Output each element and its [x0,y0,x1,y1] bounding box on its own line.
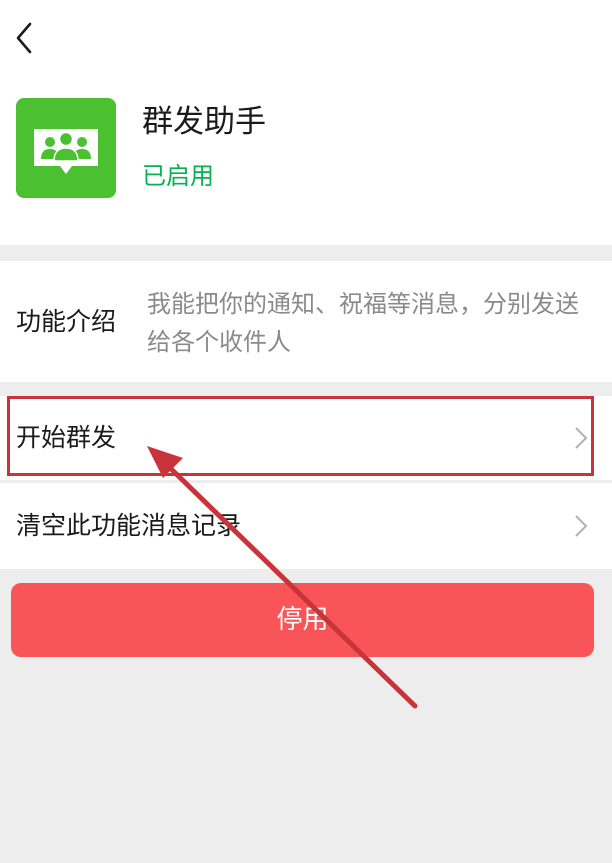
disable-button[interactable]: 停用 [11,583,594,657]
app-status: 已启用 [142,162,214,190]
start-broadcast-label: 开始群发 [16,423,117,452]
clear-history-row[interactable]: 清空此功能消息记录 [0,483,612,569]
chevron-left-icon [16,22,32,54]
app-icon [16,98,116,198]
chevron-right-icon [575,515,588,537]
app-header-section: 群发助手 已启用 [0,0,612,245]
app-name: 群发助手 [142,104,266,140]
back-button[interactable] [8,18,44,58]
feature-intro-label: 功能介绍 [16,307,117,336]
chevron-right-icon [575,427,588,449]
feature-intro-row: 功能介绍 我能把你的通知、祝福等消息，分别发送给各个收件人 [0,261,612,382]
start-broadcast-row[interactable]: 开始群发 [0,396,612,480]
clear-history-label: 清空此功能消息记录 [16,511,242,540]
group-chat-icon [34,129,98,174]
feature-intro-text: 我能把你的通知、祝福等消息，分别发送给各个收件人 [147,290,579,356]
